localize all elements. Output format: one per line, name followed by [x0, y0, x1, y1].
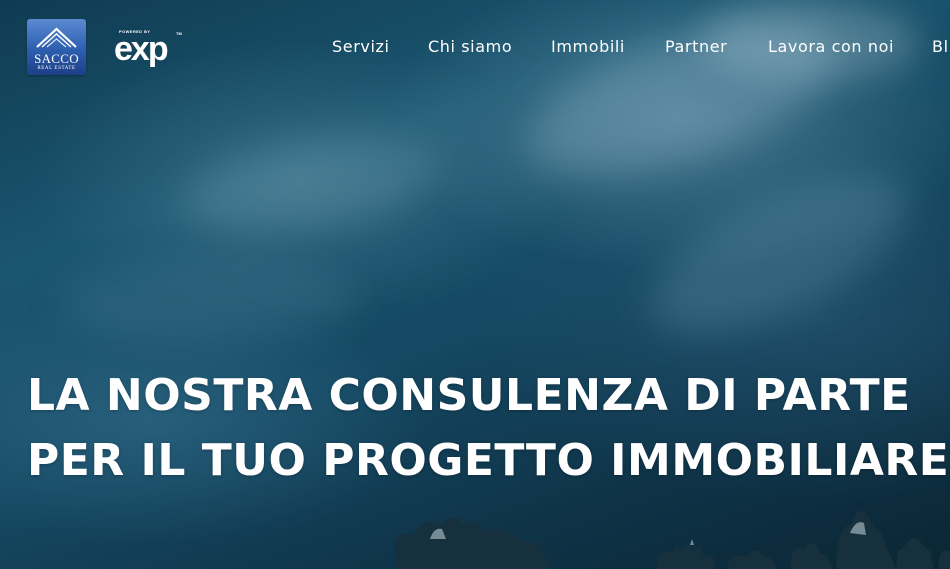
nav-item-lavora-con-noi[interactable]: Lavora con noi — [768, 37, 894, 57]
nav-item-partner[interactable]: Partner — [665, 37, 727, 57]
exp-partner-logo[interactable]: POWERED BY exp TM — [114, 29, 184, 67]
sky-cloud — [629, 145, 931, 365]
sky-cloud — [174, 118, 446, 252]
headline-line-2: PER IL TUO PROGETTO IMMOBILIARE — [27, 435, 950, 486]
exp-logo-text: exp — [114, 30, 169, 68]
nav-item-immobili[interactable]: Immobili — [551, 37, 625, 57]
hero-headline: LA NOSTRA CONSULENZA DI PARTE PER IL TUO… — [27, 363, 949, 493]
sacco-real-estate-logo[interactable]: SACCO REAL ESTATE — [27, 19, 86, 75]
house-roof-icon — [36, 27, 77, 48]
colonnade-statues-silhouette — [395, 510, 950, 569]
trademark-label: TM — [176, 31, 182, 36]
logo-name: SACCO — [34, 51, 79, 66]
nav-item-blog[interactable]: Bl — [932, 37, 949, 57]
hero-section: SACCO REAL ESTATE POWERED BY exp TM Serv… — [0, 0, 950, 569]
nav-item-chi-siamo[interactable]: Chi siamo — [428, 37, 512, 57]
headline-line-1: LA NOSTRA CONSULENZA DI PARTE — [27, 370, 911, 421]
logo-subtitle: REAL ESTATE — [37, 66, 76, 71]
nav-item-servizi[interactable]: Servizi — [332, 37, 390, 57]
sky-cloud — [60, 260, 360, 340]
